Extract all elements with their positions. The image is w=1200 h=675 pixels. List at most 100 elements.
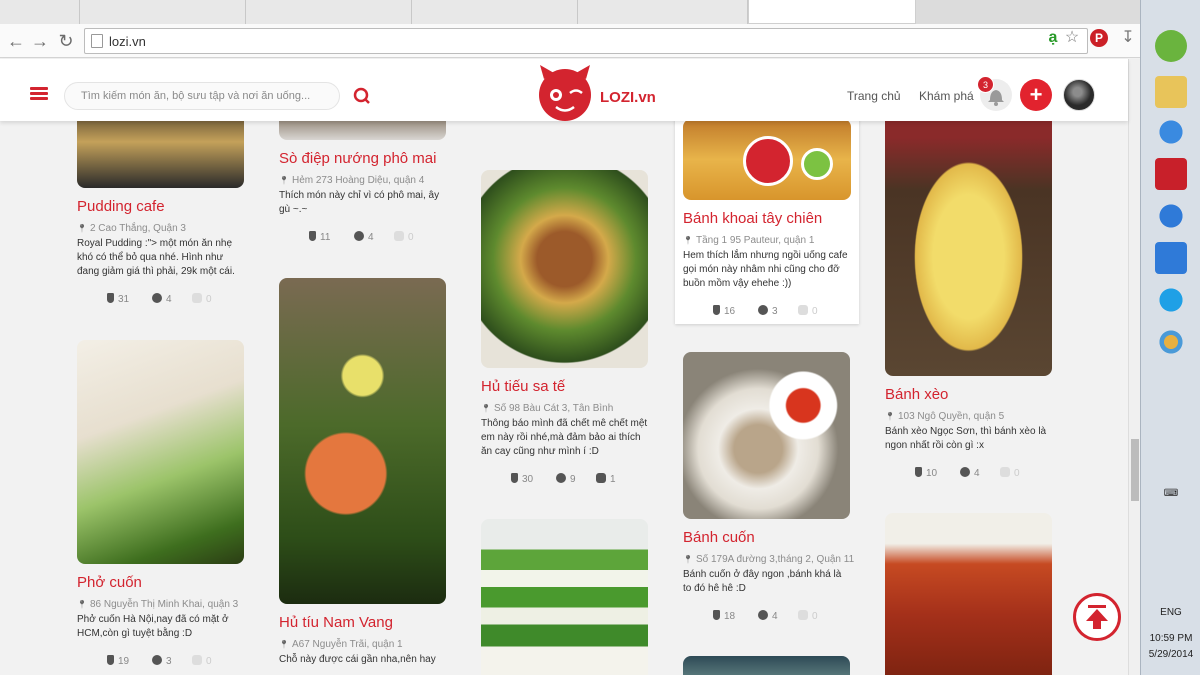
card-title[interactable]: Hủ tiếu sa tế [481, 378, 648, 395]
comment-count[interactable]: 0 [596, 121, 616, 123]
pin-count[interactable]: 19 [107, 655, 129, 667]
pin-count[interactable]: 18 [713, 610, 735, 622]
food-photo[interactable] [683, 352, 850, 519]
card-title[interactable]: Bánh xèo [885, 386, 1052, 403]
app-icon[interactable] [1155, 200, 1187, 232]
like-action-button[interactable] [801, 148, 833, 180]
pin-icon [713, 610, 720, 620]
food-card[interactable]: Bánh xèo 103 Ngô Quyền, quận 5 Bánh xèo … [885, 121, 1052, 481]
food-photo[interactable] [279, 121, 446, 140]
pinterest-icon[interactable]: P [1090, 29, 1108, 47]
search-icon[interactable] [352, 86, 372, 106]
address-bar[interactable]: lozi.vn [84, 28, 1088, 54]
food-photo[interactable] [885, 513, 1052, 675]
comment-count[interactable]: 0 [192, 293, 212, 305]
food-card[interactable] [683, 656, 850, 675]
tab[interactable] [412, 0, 578, 24]
star-app-icon[interactable] [1155, 242, 1187, 274]
pin-count[interactable]: 16 [511, 121, 533, 123]
food-card[interactable]: 16 0 [481, 121, 648, 125]
clock-time[interactable]: 10:59 PM [1141, 633, 1200, 644]
comment-count[interactable]: 0 [192, 655, 212, 667]
like-count[interactable]: 4 [354, 231, 374, 243]
like-count[interactable]: 4 [152, 293, 172, 305]
food-photo[interactable] [279, 278, 446, 604]
nav-home[interactable]: Trang chủ [847, 89, 901, 103]
food-card[interactable]: Sò điệp nướng phô mai Hẻm 273 Hoàng Diệu… [279, 121, 446, 245]
url-text[interactable]: lozi.vn [109, 34, 146, 49]
search-input[interactable]: Tìm kiếm món ăn, bộ sưu tập và nơi ăn uố… [64, 82, 340, 110]
food-photo[interactable] [885, 121, 1052, 376]
food-photo[interactable] [683, 121, 851, 200]
card-title[interactable]: Phở cuốn [77, 574, 244, 591]
food-card[interactable]: Pudding cafe 2 Cao Thắng, Quận 3 Royal P… [77, 121, 244, 307]
vertical-scrollbar[interactable] [1128, 59, 1140, 675]
keyboard-icon[interactable]: ⌨ [1141, 488, 1200, 504]
clock-date[interactable]: 5/29/2014 [1141, 649, 1200, 660]
card-title[interactable]: Pudding cafe [77, 198, 244, 215]
tab[interactable] [0, 0, 80, 24]
food-card[interactable] [885, 513, 1052, 675]
card-title[interactable]: Bánh cuốn [683, 529, 850, 546]
app-icon[interactable] [1155, 30, 1187, 62]
notifications-button[interactable]: 3 [977, 76, 1012, 111]
food-card[interactable]: Hủ tiếu sa tế Số 98 Bàu Cát 3, Tân Bình … [481, 170, 648, 487]
food-photo[interactable] [683, 656, 850, 675]
food-card[interactable]: Phở cuốn 86 Nguyễn Thị Minh Khai, quận 3… [77, 340, 244, 669]
menu-icon[interactable] [30, 87, 48, 102]
pin-icon [107, 293, 114, 303]
new-tab-area[interactable] [916, 0, 1140, 24]
tab-active[interactable] [748, 0, 916, 24]
tab[interactable] [578, 0, 748, 24]
download-icon[interactable]: ↧ [1118, 28, 1138, 48]
food-photo[interactable] [77, 340, 244, 564]
food-card[interactable]: Hủ tíu Nam Vang A67 Nguyễn Trãi, quận 1 … [279, 278, 446, 667]
like-count[interactable]: 9 [556, 473, 576, 485]
food-photo[interactable] [481, 170, 648, 368]
card-title[interactable]: Hủ tíu Nam Vang [279, 614, 446, 631]
card-title[interactable]: Bánh khoai tây chiên [683, 210, 851, 227]
like-count[interactable]: 3 [152, 655, 172, 667]
comment-icon [192, 655, 202, 665]
comment-count[interactable]: 0 [798, 610, 818, 622]
scrollbar-thumb[interactable] [1131, 439, 1139, 501]
pin-count[interactable]: 10 [915, 467, 937, 479]
language-indicator[interactable]: ENG [1141, 607, 1200, 618]
like-count[interactable]: 4 [758, 610, 778, 622]
reload-icon[interactable]: ↻ [56, 31, 76, 51]
comment-count[interactable]: 0 [798, 305, 818, 317]
back-icon[interactable]: ← [6, 31, 26, 51]
food-card-highlighted[interactable]: Bánh khoai tây chiên Tầng 1 95 Pauteur, … [675, 121, 859, 324]
extension-icon[interactable]: ạ [1043, 28, 1063, 48]
tab[interactable] [80, 0, 246, 24]
pin-action-button[interactable] [743, 136, 793, 186]
lozi-logo[interactable]: LOZI.vn [532, 65, 662, 121]
star-icon[interactable]: ☆ [1062, 28, 1082, 48]
comment-count[interactable]: 1 [596, 473, 616, 485]
folder-icon[interactable] [1155, 76, 1187, 108]
food-photo[interactable] [481, 519, 648, 675]
forward-icon[interactable]: → [30, 31, 50, 51]
paint-icon[interactable] [1155, 326, 1187, 358]
card-title[interactable]: Sò điệp nướng phô mai [279, 150, 446, 167]
food-card[interactable]: Bánh cuốn Số 179A đường 3,tháng 2, Quận … [683, 352, 854, 624]
like-count[interactable]: 4 [960, 467, 980, 479]
like-count[interactable]: 3 [758, 305, 778, 317]
food-photo[interactable] [77, 121, 244, 188]
pin-count[interactable]: 16 [713, 305, 735, 317]
nav-explore[interactable]: Khám phá [919, 89, 974, 103]
avatar[interactable] [1063, 79, 1095, 111]
ie-icon[interactable] [1155, 116, 1187, 148]
pin-count[interactable]: 31 [107, 293, 129, 305]
tab[interactable] [246, 0, 412, 24]
add-button[interactable]: + [1020, 79, 1052, 111]
pin-count[interactable]: 30 [511, 473, 533, 485]
comment-count[interactable]: 0 [1000, 467, 1020, 479]
food-card[interactable] [481, 519, 648, 675]
mcafee-icon[interactable] [1155, 158, 1187, 190]
scroll-to-top-button[interactable] [1073, 593, 1121, 641]
windows-taskbar: ⌨ ENG 10:59 PM 5/29/2014 [1140, 0, 1200, 675]
comment-count[interactable]: 0 [394, 231, 414, 243]
skype-icon[interactable] [1155, 284, 1187, 316]
pin-count[interactable]: 11 [309, 231, 330, 243]
